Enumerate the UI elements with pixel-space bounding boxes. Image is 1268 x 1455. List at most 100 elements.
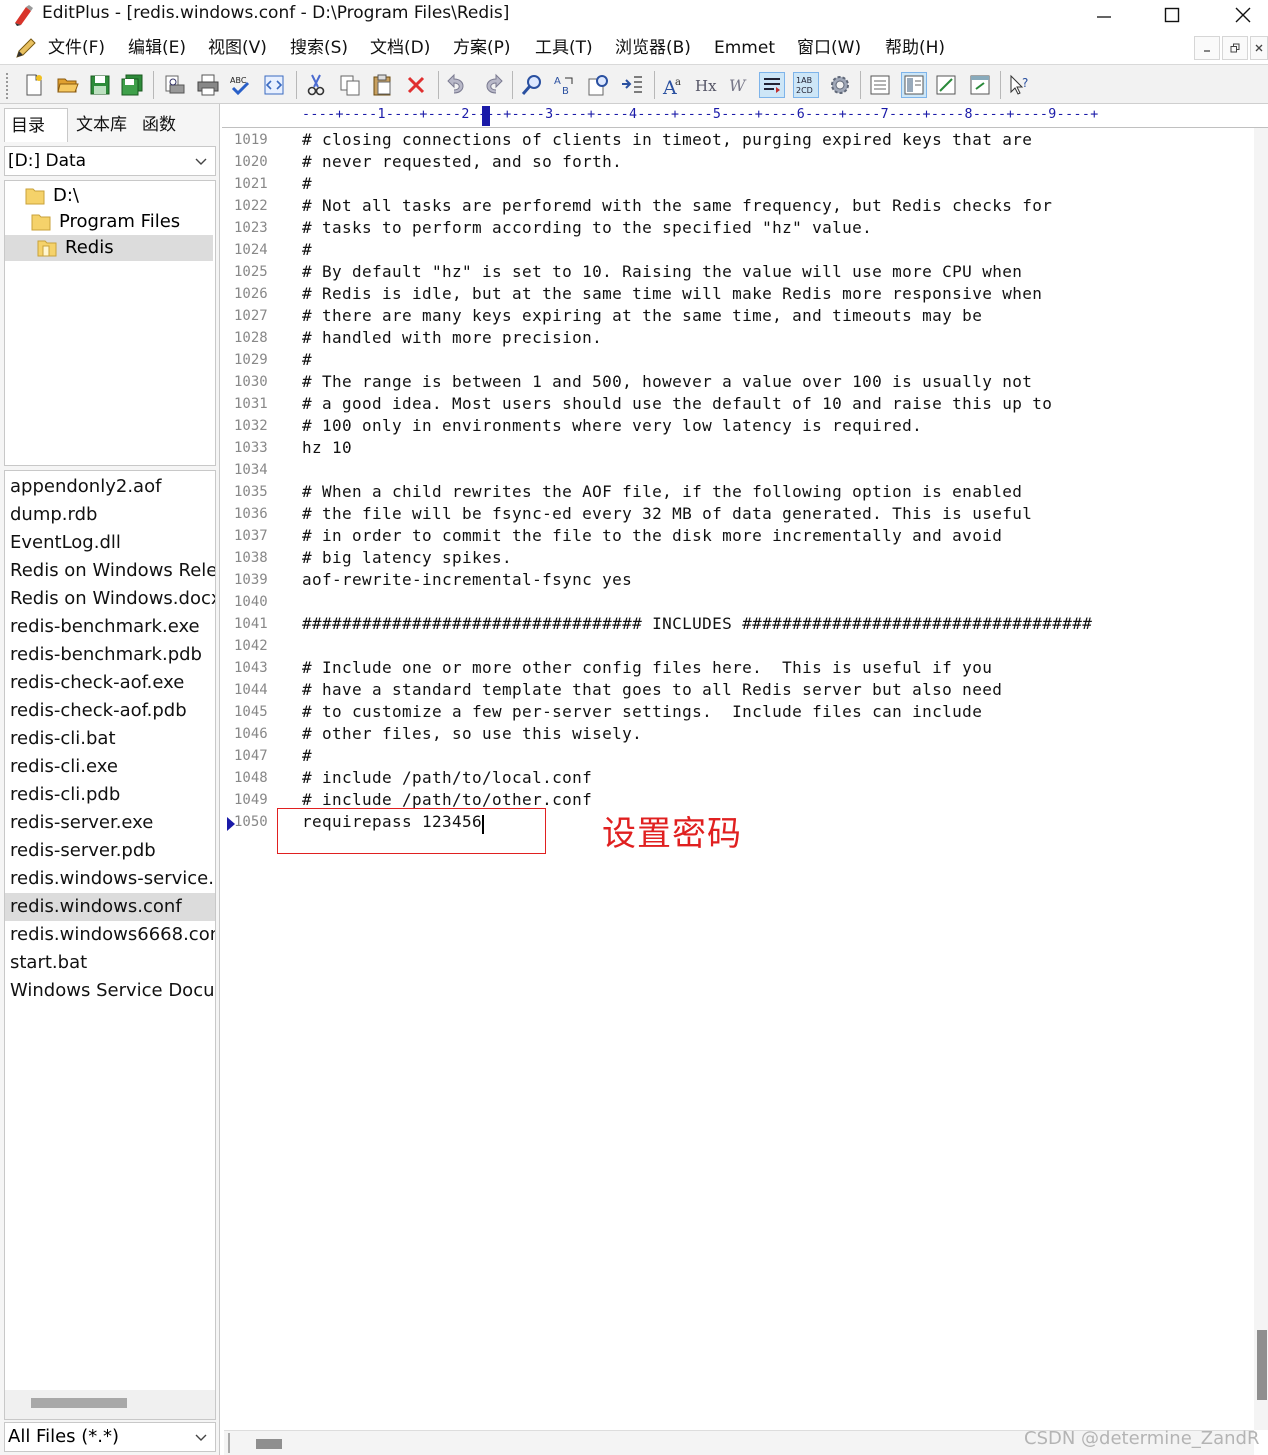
- goto-line-icon[interactable]: [620, 73, 644, 97]
- menu-document[interactable]: 文档(D): [370, 37, 430, 59]
- minimize-button[interactable]: [1074, 0, 1134, 30]
- print-preview-icon[interactable]: [162, 73, 186, 97]
- menu-edit[interactable]: 编辑(E): [128, 37, 186, 59]
- file-list-item[interactable]: redis-cli.bat: [5, 725, 215, 753]
- code-line[interactable]: # never requested, and so forth.: [302, 151, 622, 173]
- file-list-item[interactable]: redis.windows-service.conf: [5, 865, 215, 893]
- directory-window-icon[interactable]: [901, 72, 927, 98]
- tab-functions[interactable]: 函数: [136, 108, 206, 142]
- new-file-icon[interactable]: [22, 73, 46, 97]
- file-list-item[interactable]: EventLog.dll: [5, 529, 215, 557]
- editor-vscrollbar[interactable]: [1254, 128, 1268, 1430]
- browser-window-icon[interactable]: [968, 73, 992, 97]
- menu-file[interactable]: 文件(F): [48, 37, 105, 59]
- code-line[interactable]: #: [302, 349, 312, 371]
- code-line[interactable]: # 100 only in environments where very lo…: [302, 415, 922, 437]
- code-line[interactable]: aof-rewrite-incremental-fsync yes: [302, 569, 632, 591]
- save-icon[interactable]: [88, 73, 112, 97]
- file-list-item[interactable]: start.bat: [5, 949, 215, 977]
- code-line[interactable]: # to customize a few per-server settings…: [302, 701, 982, 723]
- file-list-item[interactable]: redis-server.pdb: [5, 837, 215, 865]
- close-button[interactable]: [1213, 0, 1268, 30]
- file-list-hscroll-thumb[interactable]: [31, 1398, 127, 1408]
- editor-hscroll-thumb[interactable]: [256, 1439, 282, 1449]
- line-numbers-icon[interactable]: [759, 72, 785, 98]
- maximize-button[interactable]: [1142, 0, 1202, 30]
- menu-tools[interactable]: 工具(T): [535, 37, 593, 59]
- file-list-item[interactable]: redis.windows.conf: [5, 893, 215, 921]
- ruler-icon[interactable]: 1AB2CD: [793, 72, 819, 98]
- tree-item-redis[interactable]: Redis: [5, 235, 213, 261]
- file-list-item[interactable]: redis-cli.pdb: [5, 781, 215, 809]
- code-line[interactable]: #: [302, 745, 312, 767]
- file-list-item[interactable]: redis.windows6668.conf: [5, 921, 215, 949]
- tab-cliptext[interactable]: 文本库: [70, 108, 136, 142]
- file-list-hscrollbar[interactable]: [4, 1390, 216, 1420]
- output-window-icon[interactable]: [934, 73, 958, 97]
- code-line[interactable]: # other files, so use this wisely.: [302, 723, 642, 745]
- settings-gear-icon[interactable]: [828, 73, 852, 97]
- cut-icon[interactable]: [304, 73, 328, 97]
- hex-viewer-icon[interactable]: Hx: [694, 73, 718, 97]
- code-line[interactable]: # there are many keys expiring at the sa…: [302, 305, 982, 327]
- file-list-item[interactable]: Redis on Windows Release Notes.docx: [5, 557, 215, 585]
- code-line[interactable]: ################################## INCLU…: [302, 613, 1092, 635]
- save-all-icon[interactable]: [120, 73, 144, 97]
- code-line[interactable]: #: [302, 239, 312, 261]
- help-pointer-icon[interactable]: ?: [1008, 73, 1032, 97]
- code-line[interactable]: # When a child rewrites the AOF file, if…: [302, 481, 1022, 503]
- file-filter-select[interactable]: All Files (*.*): [4, 1422, 216, 1452]
- print-icon[interactable]: [196, 73, 220, 97]
- tab-directory[interactable]: 目录: [4, 108, 68, 142]
- doc-close-button[interactable]: [1250, 36, 1268, 60]
- undo-icon[interactable]: [446, 73, 470, 97]
- code-line[interactable]: # Not all tasks are perforemd with the s…: [302, 195, 1052, 217]
- code-line[interactable]: # handled with more precision.: [302, 327, 602, 349]
- code-line[interactable]: hz 10: [302, 437, 352, 459]
- code-line[interactable]: # tasks to perform according to the spec…: [302, 217, 872, 239]
- code-line[interactable]: # the file will be fsync-ed every 32 MB …: [302, 503, 1032, 525]
- menu-search[interactable]: 搜索(S): [290, 37, 348, 59]
- file-list-item[interactable]: dump.rdb: [5, 501, 215, 529]
- code-line[interactable]: # a good idea. Most users should use the…: [302, 393, 1052, 415]
- open-folder-icon[interactable]: [56, 73, 80, 97]
- editor-area[interactable]: ----+----1----+----2----+----3----+----4…: [222, 104, 1268, 1455]
- editor-hscroll-grip[interactable]: [228, 1433, 230, 1453]
- redo-icon[interactable]: [480, 73, 504, 97]
- find-icon[interactable]: [520, 73, 544, 97]
- replace-icon[interactable]: AB: [552, 73, 576, 97]
- file-list-item[interactable]: Redis on Windows.docx: [5, 585, 215, 613]
- code-line[interactable]: # The range is between 1 and 500, howeve…: [302, 371, 1032, 393]
- drive-select[interactable]: [D:] Data: [4, 146, 216, 176]
- menu-window[interactable]: 窗口(W): [797, 37, 861, 59]
- code-line[interactable]: # have a standard template that goes to …: [302, 679, 1002, 701]
- menu-emmet[interactable]: Emmet: [714, 37, 775, 59]
- code-line[interactable]: # Redis is idle, but at the same time wi…: [302, 283, 1042, 305]
- code-line[interactable]: # Include one or more other config files…: [302, 657, 992, 679]
- file-list-item[interactable]: redis-check-aof.exe: [5, 669, 215, 697]
- word-wrap-icon[interactable]: W: [728, 73, 752, 97]
- html-toolbar-icon[interactable]: [262, 73, 286, 97]
- font-icon[interactable]: Aa: [662, 73, 686, 97]
- tree-item-program-files[interactable]: Program Files: [5, 209, 213, 235]
- code-line[interactable]: # include /path/to/local.conf: [302, 767, 592, 789]
- toolbar-grip[interactable]: [6, 73, 10, 99]
- doc-minimize-button[interactable]: [1194, 36, 1220, 60]
- menu-view[interactable]: 视图(V): [208, 37, 267, 59]
- editor-vscroll-thumb[interactable]: [1257, 1330, 1267, 1400]
- code-line[interactable]: # closing connections of clients in time…: [302, 129, 1032, 151]
- code-line[interactable]: # big latency spikes.: [302, 547, 512, 569]
- delete-icon[interactable]: [404, 73, 428, 97]
- code-line[interactable]: #: [302, 173, 312, 195]
- file-list-item[interactable]: appendonly2.aof: [5, 473, 215, 501]
- paste-icon[interactable]: [370, 73, 394, 97]
- doc-restore-button[interactable]: [1222, 36, 1248, 60]
- menu-browser[interactable]: 浏览器(B): [615, 37, 691, 59]
- copy-icon[interactable]: [338, 73, 362, 97]
- file-list-item[interactable]: redis-benchmark.exe: [5, 613, 215, 641]
- file-list-item[interactable]: redis-server.exe: [5, 809, 215, 837]
- file-list-item[interactable]: redis-check-aof.pdb: [5, 697, 215, 725]
- find-in-files-icon[interactable]: [586, 73, 610, 97]
- file-list-item[interactable]: Windows Service Documentation.docx: [5, 977, 215, 1005]
- code-line[interactable]: # By default "hz" is set to 10. Raising …: [302, 261, 1022, 283]
